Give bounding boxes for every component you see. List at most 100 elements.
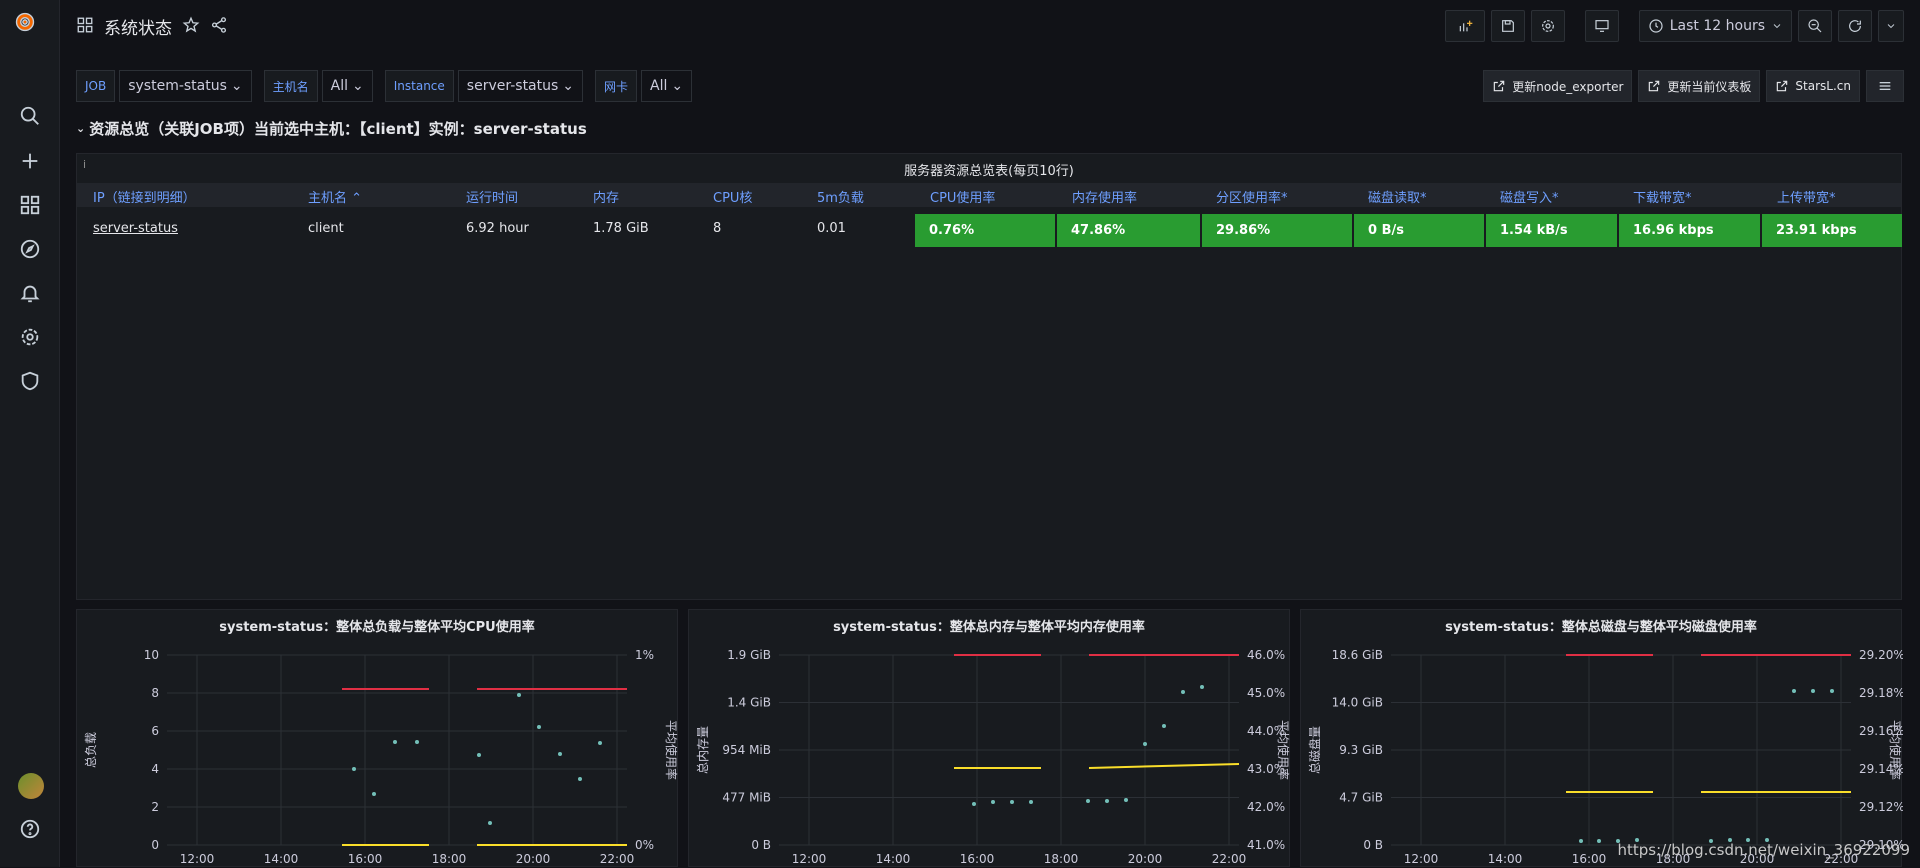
avatar[interactable] <box>18 773 44 799</box>
col-header-uptime[interactable]: 运行时间 <box>466 187 518 206</box>
var-select-hostname[interactable]: All ⌄ <box>321 70 373 102</box>
col-header-cpu-cores[interactable]: CPU核 <box>713 187 752 206</box>
add-panel-button[interactable] <box>1444 10 1485 42</box>
bell-icon[interactable] <box>18 281 42 305</box>
y-right-tick-label: 45.0% <box>1247 686 1285 700</box>
col-header-mem-usage[interactable]: 内存使用率 <box>1072 187 1137 206</box>
var-select-instance[interactable]: server-status ⌄ <box>457 70 584 102</box>
col-header-memory[interactable]: 内存 <box>593 187 619 206</box>
y-right-tick-label: 42.0% <box>1247 800 1285 814</box>
hamburger-menu-icon[interactable] <box>1866 70 1904 102</box>
cell-partition-usage: 29.86% <box>1202 214 1352 247</box>
y-right-tick-label: 46.0% <box>1247 648 1285 662</box>
var-value-nic: All <box>650 78 668 94</box>
series-point <box>598 741 602 745</box>
series-point <box>1792 689 1796 693</box>
external-link-icon <box>1649 80 1660 92</box>
y-tick-label: 477 MiB <box>722 791 771 805</box>
dashboards-icon[interactable] <box>18 193 42 217</box>
save-button[interactable] <box>1490 10 1525 42</box>
col-header-disk-read[interactable]: 磁盘读取* <box>1368 187 1427 206</box>
col-header-ip[interactable]: IP（链接到明细） <box>93 187 196 206</box>
chart-svg: 10 8 6 4 2 0 1% 0% 12:00 14:00 16:00 18:00 20:00 22:0… <box>84 648 679 866</box>
cell-mem-usage: 47.86% <box>1057 214 1200 247</box>
plus-icon[interactable] <box>18 149 42 173</box>
var-select-job[interactable]: system-status ⌄ <box>119 70 252 102</box>
link-starsl[interactable]: StarsL.cn <box>1766 70 1860 102</box>
x-tick-label: 20:00 <box>516 852 551 866</box>
zoom-out-button[interactable] <box>1798 10 1832 42</box>
var-value-instance: server-status <box>466 78 559 94</box>
col-header-download[interactable]: 下载带宽* <box>1633 187 1692 206</box>
y-right-axis-label: 平均使用率 <box>664 720 679 780</box>
y-tick-label: 8 <box>151 686 159 700</box>
var-label-instance: Instance <box>384 70 454 102</box>
col-header-partition-usage[interactable]: 分区使用率* <box>1216 187 1288 206</box>
col-header-disk-write[interactable]: 磁盘写入* <box>1500 187 1559 206</box>
col-header-hostname[interactable]: 主机名 ⌃ <box>308 187 362 206</box>
chart-panel-load-cpu: system-status：整体总负载与整体平均CPU使用率 10 8 6 4 2 0 1%… <box>76 609 679 867</box>
link-update-dashboard[interactable]: 更新当前仪表板 <box>1638 70 1761 102</box>
series-point <box>1143 742 1147 746</box>
series-point <box>1597 839 1601 843</box>
settings-button[interactable] <box>1530 10 1565 42</box>
series-yellow <box>1088 763 1240 769</box>
link-update-node-exporter[interactable]: 更新node_exporter <box>1483 70 1633 102</box>
y-right-tick-label: 29.20% <box>1859 648 1903 662</box>
chart-svg: 18.6 GiB 14.0 GiB 9.3 GiB 4.7 GiB 0 B 29.20% 2… <box>1307 648 1903 866</box>
refresh-button[interactable] <box>1838 10 1872 42</box>
help-icon[interactable] <box>18 817 42 841</box>
cell-disk-read: 0 B/s <box>1354 214 1484 247</box>
gear-icon[interactable] <box>18 325 42 349</box>
star-icon[interactable] <box>182 16 200 38</box>
x-tick-label: 22:00 <box>600 852 635 866</box>
y-tick-label: 1.4 GiB <box>727 696 771 710</box>
watermark: https://blog.csdn.net/weixin_36922099 <box>1617 841 1910 859</box>
chart-svg: 1.9 GiB 1.4 GiB 954 MiB 477 MiB 0 B 46.0% 45.0… <box>696 648 1291 866</box>
chart-panel-memory: system-status：整体总内存与整体平均内存使用率 1.9 GiB 1.4… <box>688 609 1291 867</box>
cell-hostname: client <box>308 221 344 236</box>
var-label-job: JOB <box>76 70 116 102</box>
y-right-tick-label: 1% <box>635 648 654 662</box>
row-title[interactable]: ⌄ 资源总览（关联JOB项）当前选中主机：【client】实例：server-s… <box>76 118 587 139</box>
cell-download: 16.96 kbps <box>1619 214 1760 247</box>
explore-compass-icon[interactable] <box>18 237 42 261</box>
y-tick-label: 18.6 GiB <box>1332 648 1383 662</box>
sidebar <box>0 0 60 867</box>
refresh-interval-dropdown[interactable] <box>1878 10 1904 42</box>
link-label: 更新当前仪表板 <box>1667 79 1752 94</box>
y-tick-label: 6 <box>151 724 159 738</box>
shield-icon[interactable] <box>18 369 42 393</box>
row-title-text: 资源总览（关联JOB项）当前选中主机：【client】实例：server-sta… <box>89 120 587 138</box>
y-right-tick-label: 29.12% <box>1859 800 1903 814</box>
link-label: 更新node_exporter <box>1512 79 1624 94</box>
col-header-load[interactable]: 5m负载 <box>817 187 864 206</box>
grafana-logo-icon[interactable] <box>13 10 37 34</box>
cell-ip-link[interactable]: server-status <box>93 221 178 236</box>
x-tick-label: 12:00 <box>1404 852 1439 866</box>
x-tick-label: 16:00 <box>348 852 383 866</box>
col-header-cpu-usage[interactable]: CPU使用率 <box>930 187 995 206</box>
link-label: StarsL.cn <box>1795 79 1851 93</box>
tv-mode-button[interactable] <box>1584 10 1619 42</box>
page-title[interactable]: 系统状态 <box>104 14 172 39</box>
cell-cpu-cores: 8 <box>713 221 722 236</box>
x-tick-label: 16:00 <box>960 852 995 866</box>
series-point <box>372 792 376 796</box>
series-point <box>352 767 356 771</box>
y-tick-label: 4 <box>151 762 159 776</box>
search-icon[interactable] <box>18 104 42 128</box>
series-point <box>1162 724 1166 728</box>
clock-icon <box>1649 19 1663 33</box>
chevron-down-icon: ⌄ <box>352 78 364 94</box>
var-select-nic[interactable]: All ⌄ <box>641 70 693 102</box>
time-picker-button[interactable]: Last 12 hours <box>1638 10 1792 42</box>
main-area: 系统状态 Last 12 hours JOB system-status ⌄ 主机… <box>60 0 1920 867</box>
y-tick-label: 0 <box>151 838 159 852</box>
cell-cpu-usage: 0.76% <box>915 214 1055 247</box>
series-point <box>488 821 492 825</box>
x-tick-label: 16:00 <box>1572 852 1607 866</box>
col-header-upload[interactable]: 上传带宽* <box>1777 187 1836 206</box>
share-icon[interactable] <box>210 16 228 38</box>
series-point <box>1124 798 1128 802</box>
